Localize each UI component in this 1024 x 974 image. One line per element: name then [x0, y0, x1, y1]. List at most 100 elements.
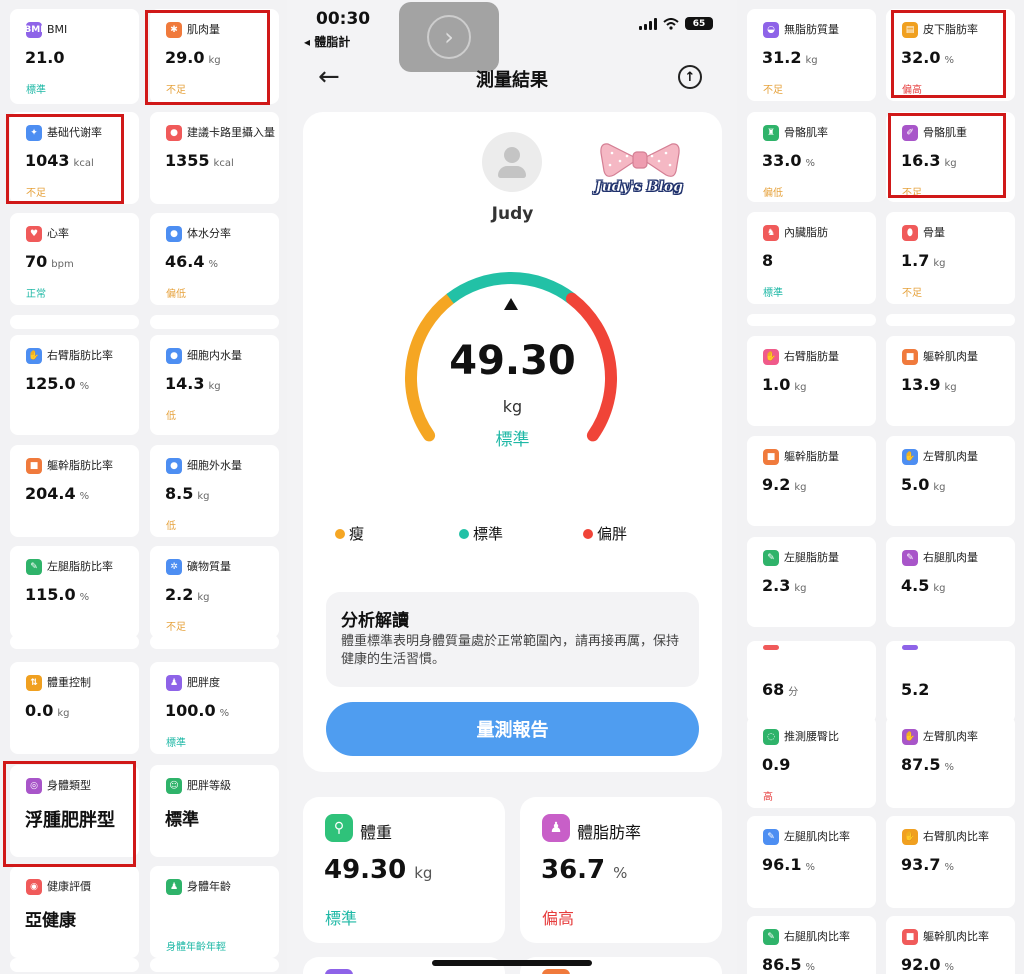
- back-to-app-link[interactable]: ◂ 體脂計: [304, 33, 350, 50]
- right-metric-card[interactable]: ◌ 推測腰臀比 0.9 高: [747, 716, 876, 808]
- highlight-box: [3, 761, 136, 867]
- metric-unit: bpm: [51, 259, 74, 270]
- metric-status: 高: [763, 792, 773, 803]
- metric-value-number: 亞健康: [25, 911, 76, 931]
- right-metric-card[interactable]: ■ 軀幹肌肉比率 92.0%: [886, 916, 1015, 974]
- card-header: ♟ 身體年齡: [166, 879, 231, 895]
- metric-value: 4.5 kg: [901, 576, 945, 595]
- left-metric-card[interactable]: ● 体水分率 46.4% 偏低: [150, 213, 279, 305]
- weight-kettlebell-icon: ⚲: [325, 814, 353, 842]
- metric-unit: kg: [794, 482, 807, 493]
- right-metric-card[interactable]: ✋ 左臂肌肉率 87.5%: [886, 716, 1015, 808]
- metric-value-number: 115.0: [25, 585, 76, 604]
- metric-value-number: 4.5: [901, 576, 930, 595]
- metric-value: 2.2 kg: [165, 585, 209, 604]
- metric-value: 100.0%: [165, 701, 229, 720]
- weight-summary-card[interactable]: ⚲ 體重 49.30 kg 標準: [303, 797, 505, 943]
- right-metric-card[interactable]: ✎ 右腿肌肉比率 86.5%: [747, 916, 876, 974]
- right-metric-card[interactable]: ✋ 左臂肌肉量 5.0 kg: [886, 436, 1015, 526]
- left-metric-card[interactable]: ◉ 健康評價 亞健康: [10, 866, 139, 958]
- metric-name: 右腿肌肉量: [923, 551, 978, 564]
- summary-value: 49.30 kg: [324, 855, 432, 885]
- metric-unit: kg: [933, 482, 946, 493]
- metric-status: 不足: [763, 85, 783, 96]
- metric-unit: %: [208, 259, 218, 270]
- right-metric-card[interactable]: ✋ 右臂脂肪量 1.0 kg: [747, 336, 876, 426]
- right-metric-card[interactable]: ✎ 左腿肌肉比率 96.1%: [747, 816, 876, 908]
- left-arm-muscle-icon: ✋: [902, 449, 918, 465]
- right-metric-card[interactable]: ✋ 右臂肌肉比率 93.7%: [886, 816, 1015, 908]
- metric-name: 右臂脂肪量: [784, 350, 839, 363]
- skeletal-muscle-rate-icon: ♜: [763, 125, 779, 141]
- left-metric-card[interactable]: ♟ 身體年齡 身體年齡年輕: [150, 866, 279, 958]
- summary-value: 36.7%: [541, 855, 627, 885]
- gauge-arc-standard: [446, 272, 576, 304]
- home-indicator: [432, 960, 592, 966]
- fat-free-mass-icon: ◒: [763, 22, 779, 38]
- metric-value-number: 2.2: [165, 585, 194, 604]
- summary-value-number: 49.30: [324, 855, 407, 885]
- metric-value-number: 96.1: [762, 855, 802, 874]
- metric-value-number: 9.2: [762, 475, 791, 494]
- metric-value-number: 0.9: [762, 755, 791, 774]
- right-metric-card[interactable]: ✎ 左腿脂肪量 2.3 kg: [747, 537, 876, 627]
- left-metric-card[interactable]: ● 细胞外水量 8.5 kg 低: [150, 445, 279, 537]
- right-metric-card[interactable]: ■ 軀幹肌肉量 13.9 kg: [886, 336, 1015, 426]
- left-metric-card[interactable]: ● 建議卡路里攝入量 1355 kcal: [150, 112, 279, 204]
- metric-name: 無脂肪質量: [784, 23, 839, 36]
- status-time: 00:30: [316, 9, 371, 29]
- left-metric-card[interactable]: ✲ 礦物質量 2.2 kg 不足: [150, 546, 279, 638]
- summary-status: 標準: [325, 909, 358, 928]
- right-metric-card[interactable]: ⬮ 骨量 1.7 kg 不足: [886, 212, 1015, 304]
- partial-card: [10, 635, 139, 649]
- weight-status: 標準: [495, 430, 530, 450]
- metric-name: 軀幹肌肉量: [923, 350, 978, 363]
- right-metric-card[interactable]: 5.2不足: [886, 641, 1015, 723]
- right-arm-muscle-rate-icon: ✋: [902, 829, 918, 845]
- right-metric-card[interactable]: ♞ 內臟脂肪 8 標準: [747, 212, 876, 304]
- trunk-fat-mass-icon: ■: [763, 449, 779, 465]
- right-metric-card[interactable]: ♜ 骨骼肌率 33.0% 偏低: [747, 112, 876, 202]
- left-metric-card[interactable]: ☺ 肥胖等級 標準: [150, 765, 279, 857]
- metric-value: 70 bpm: [25, 252, 74, 271]
- metric-value: 46.4%: [165, 252, 218, 271]
- battery-icon: 65: [685, 17, 713, 30]
- metric-value: 21.0: [25, 48, 64, 67]
- share-icon[interactable]: ↑: [678, 65, 702, 89]
- blog-watermark-text: Judy's Blog: [595, 179, 684, 195]
- right-metric-card[interactable]: ■ 軀幹脂肪量 9.2 kg: [747, 436, 876, 526]
- metric-name: BMI: [47, 23, 68, 36]
- left-metric-card[interactable]: ♟ 肥胖度 100.0% 標準: [150, 662, 279, 754]
- metric-name: 心率: [47, 227, 69, 240]
- metric-value: 31.2 kg: [762, 48, 818, 67]
- summary-value-unit: %: [613, 864, 628, 882]
- wifi-icon: [663, 17, 679, 30]
- left-metric-card[interactable]: ✋ 右臂脂肪比率 125.0%: [10, 335, 139, 435]
- avatar[interactable]: [482, 132, 542, 192]
- metric-unit: kg: [805, 55, 818, 66]
- right-metric-card[interactable]: 68分不好: [747, 641, 876, 723]
- card-header: ■ 軀幹脂肪量: [763, 449, 839, 465]
- left-metric-card[interactable]: ♥ 心率 70 bpm 正常: [10, 213, 139, 305]
- metric-value-number: 46.4: [165, 252, 205, 271]
- left-metric-card[interactable]: ● 细胞内水量 14.3 kg 低: [150, 335, 279, 435]
- metric-value-number: 68: [762, 680, 785, 699]
- right-metric-card[interactable]: ✎ 右腿肌肉量 4.5 kg: [886, 537, 1015, 627]
- report-button[interactable]: 量測報告: [326, 702, 699, 756]
- card-header: ✎ 右腿肌肉比率: [763, 929, 850, 945]
- left-metric-card[interactable]: ✎ 左腿脂肪比率 115.0%: [10, 546, 139, 638]
- weight-value: 49.30: [449, 338, 576, 384]
- metric-status: 低: [166, 411, 176, 422]
- left-metric-card[interactable]: ⇅ 體重控制 0.0 kg: [10, 662, 139, 754]
- left-metric-card[interactable]: ■ 軀幹脂肪比率 204.4%: [10, 445, 139, 537]
- floating-overlay-button[interactable]: ›: [399, 2, 499, 72]
- card-header: ● 建議卡路里攝入量: [166, 125, 279, 141]
- right-metric-card[interactable]: ◒ 無脂肪質量 31.2 kg 不足: [747, 9, 876, 101]
- metric-name: 右腿肌肉比率: [784, 930, 850, 943]
- left-metric-card[interactable]: BMI BMI 21.0 標準: [10, 9, 139, 104]
- legend-thin: 瘦: [335, 523, 364, 544]
- metric-value: 93.7%: [901, 855, 954, 874]
- legend-label-thin: 瘦: [349, 525, 365, 543]
- metric-unit: 分: [788, 687, 799, 698]
- body-fat-summary-card[interactable]: ♟ 體脂肪率 36.7% 偏高: [520, 797, 722, 943]
